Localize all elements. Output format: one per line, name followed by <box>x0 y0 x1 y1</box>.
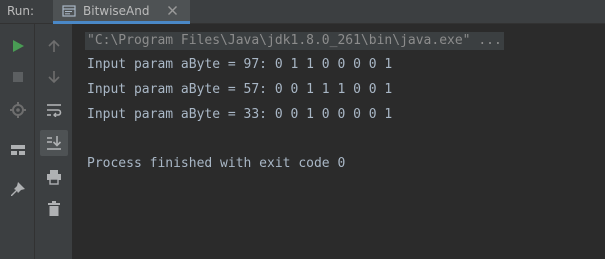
pin-icon <box>11 182 25 196</box>
run-label: Run: <box>7 4 35 18</box>
pin-button[interactable] <box>4 177 32 203</box>
stop-icon <box>13 72 23 82</box>
print-icon <box>47 170 61 185</box>
rerun-button[interactable] <box>4 33 32 59</box>
arrow-up-icon <box>48 39 60 52</box>
console-line: Input param aByte = 97: 0 1 1 0 0 0 0 1 <box>87 57 393 72</box>
soft-wrap-icon <box>47 104 62 117</box>
console-output[interactable]: "C:\Program Files\Java\jdk1.8.0_261\bin\… <box>73 24 605 259</box>
clear-all-button[interactable] <box>40 196 68 222</box>
tab-bitwiseand[interactable]: BitwiseAnd <box>53 0 190 24</box>
scroll-down-button[interactable] <box>40 64 68 90</box>
tab-title: BitwiseAnd <box>83 4 150 18</box>
run-actions-toolbar <box>0 24 35 259</box>
arrow-down-icon <box>48 71 60 84</box>
soft-wrap-button[interactable] <box>40 97 68 123</box>
trash-icon <box>48 201 60 216</box>
console-tab-icon <box>62 5 76 17</box>
console-line: Input param aByte = 57: 0 0 1 1 1 0 0 1 <box>87 82 393 97</box>
layout-icon <box>11 145 25 155</box>
close-icon[interactable] <box>167 5 178 16</box>
scroll-up-button[interactable] <box>40 33 68 59</box>
layout-button[interactable] <box>4 137 32 163</box>
process-exit-message: Process finished with exit code 0 <box>87 156 346 171</box>
play-icon <box>13 40 24 52</box>
print-button[interactable] <box>40 164 68 190</box>
scroll-to-end-button[interactable] <box>40 130 68 156</box>
console-line: Input param aByte = 33: 0 0 1 0 0 0 0 1 <box>87 107 393 122</box>
run-toolwindow-header: Run: BitwiseAnd <box>0 0 605 24</box>
stop-button[interactable] <box>4 64 32 90</box>
scroll-to-end-icon <box>47 136 62 150</box>
gear-bug-icon <box>10 102 26 118</box>
console-actions-toolbar <box>35 24 73 259</box>
debug-settings-button[interactable] <box>4 97 32 123</box>
console-command-line[interactable]: "C:\Program Files\Java\jdk1.8.0_261\bin\… <box>85 32 504 50</box>
